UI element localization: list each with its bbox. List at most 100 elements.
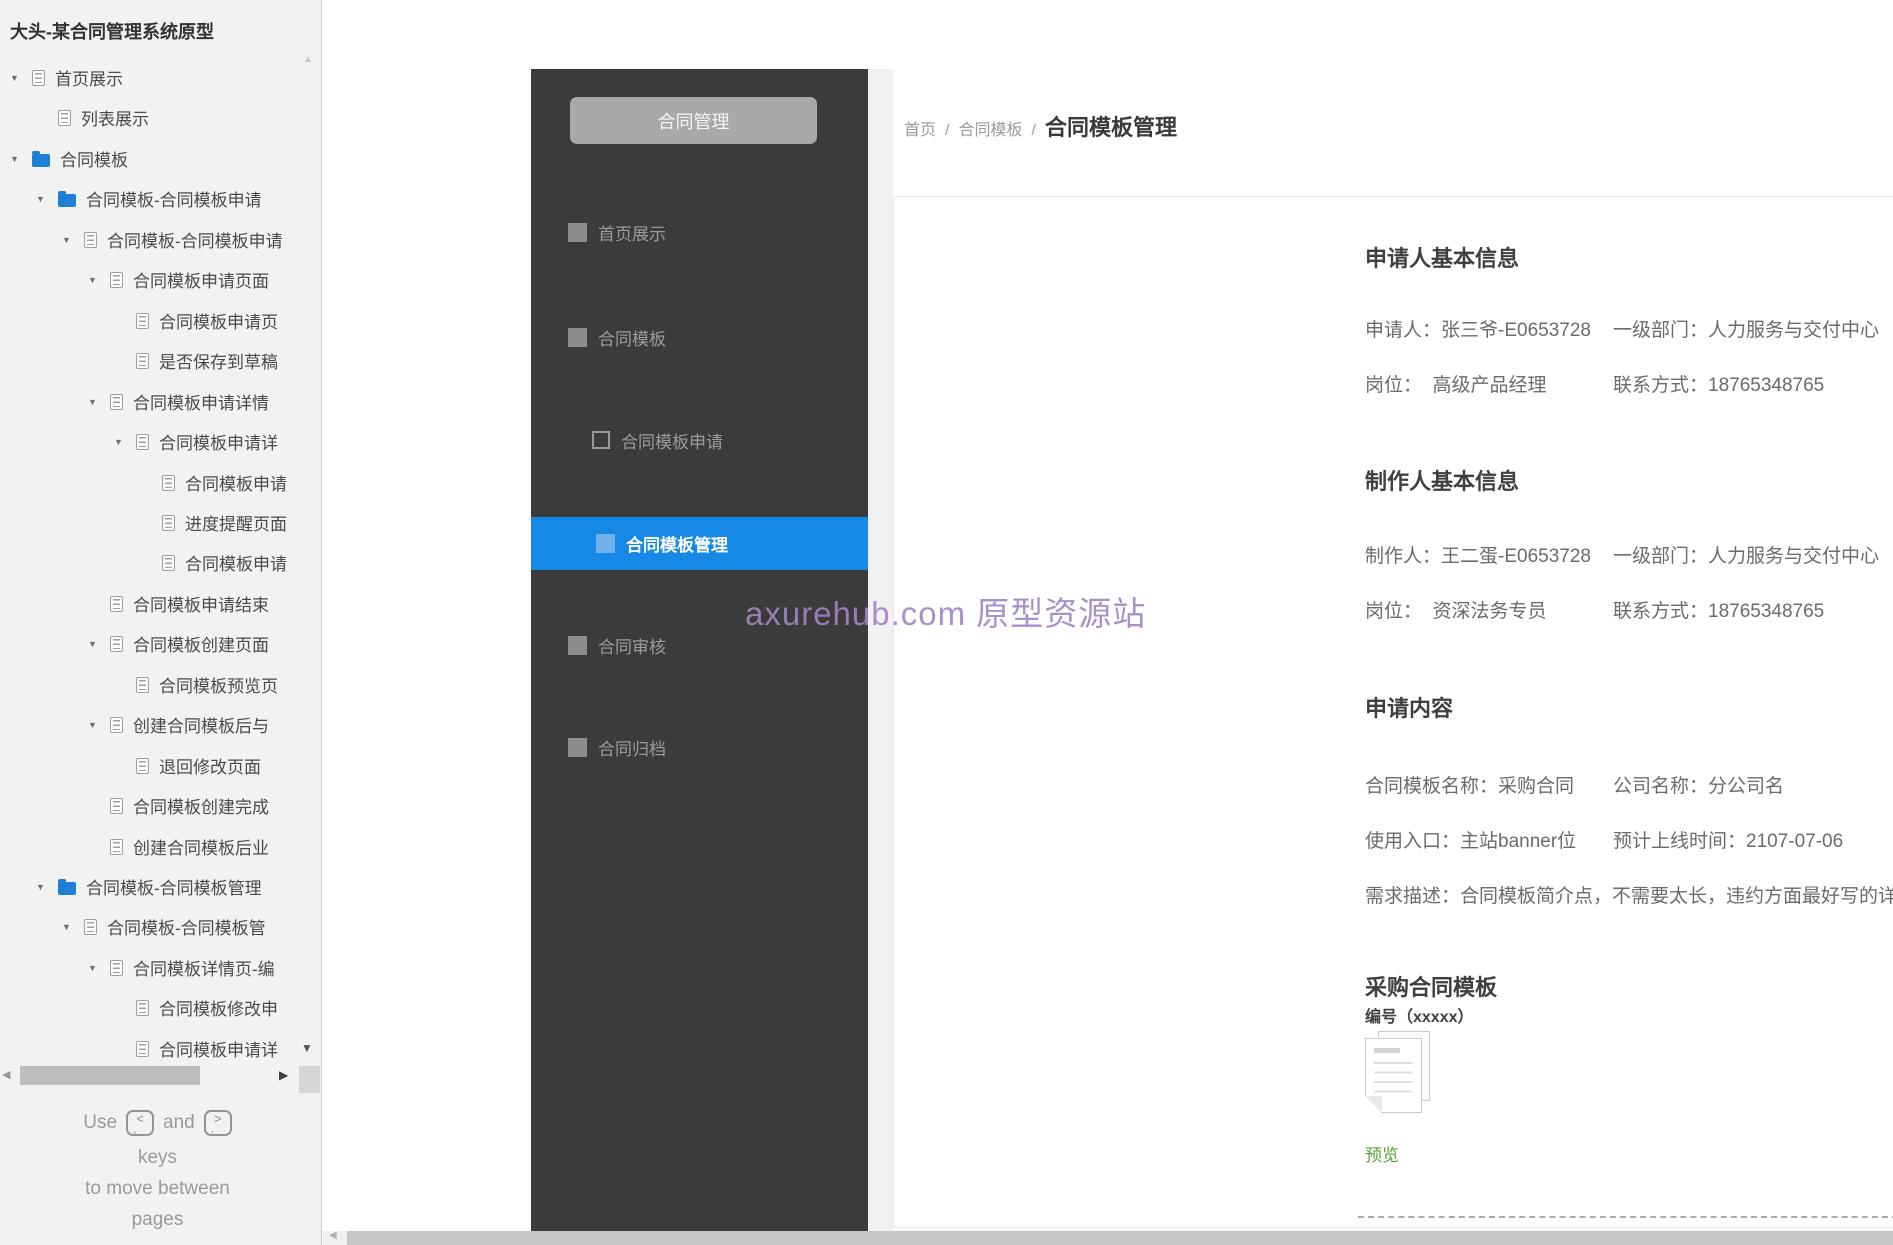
tree-item[interactable]: 是否保存到草稿 [0,340,321,381]
main-hscroll-left-icon[interactable]: ◀ [329,1230,337,1241]
page-icon [136,352,149,369]
tree-scroll-up-icon[interactable]: ▲ [303,54,313,65]
tree-item[interactable]: ▼ 合同模板申请详 [0,421,321,462]
breadcrumb-link[interactable]: 首页 [904,116,936,140]
contract-management-button[interactable]: 合同管理 [570,97,817,144]
tree-item[interactable]: 合同模板申请 [0,542,321,583]
pager-help: Use <, and >. keys to move between pages [0,1107,315,1235]
tree-hscroll-thumb[interactable] [20,1066,200,1085]
breadcrumb-link[interactable]: 合同模板 [958,116,1022,140]
square-icon [568,635,587,655]
page-icon [110,271,123,288]
sitemap-pane: 大头-某合同管理系统原型 ▼ 首页展示 列表展示 ▼ 合同模板 ▼ 合同模板-合同模板申请 ▼… [0,0,322,1245]
field-text: 公司名称：分公司名 [1613,776,1785,797]
page-icon [110,595,123,612]
prototype-viewport: 合同管理 首页展示 合同模板 合同模板申请 合同模板管理 合同审核 合同归档 axureh… [323,0,1893,1245]
tree-item-label: 合同模板修改申 [159,1000,278,1019]
tree-item[interactable]: 列表展示 [0,97,321,138]
tree-expand-icon[interactable]: ▼ [114,437,136,447]
square-light-icon [596,534,615,553]
page-icon [162,474,175,491]
tree-item[interactable]: 退回修改页面 [0,745,321,786]
tree-item[interactable]: 合同模板申请详 [0,1028,321,1069]
page-icon [84,231,97,248]
tree-item-label: 合同模板申请详 [159,1041,278,1060]
menu-item-label: 合同模板 [598,329,666,349]
menu-item-2[interactable]: 合同模板 [531,317,868,357]
tree-item-label: 列表展示 [81,110,149,129]
tree-expand-icon[interactable]: ▼ [10,154,32,164]
page-icon [110,838,123,855]
folder-icon [58,190,76,207]
tree-item-label: 退回修改页面 [159,758,261,777]
field-row: 申请人：张三爷-E0653728 一级部门：人力服务与交付中心 [1365,315,1879,342]
section-title: 申请内容 [1365,696,1454,721]
tree-hscroll-left-icon[interactable]: ◀ [2,1068,10,1081]
main-hscroll-thumb[interactable] [347,1231,1893,1245]
tree-item-label: 合同模板申请详情 [133,394,269,413]
key-right-icon: >. [203,1109,232,1136]
tree-expand-icon[interactable]: ▼ [88,720,110,730]
tree-item[interactable]: ▼ 首页展示 [0,57,321,98]
tree-expand-icon[interactable]: ▼ [88,397,110,407]
tree-item-label: 创建合同模板后与 [133,717,269,736]
tree-item[interactable]: ▼ 合同模板-合同模板申请 [0,219,321,260]
field-text: 联系方式：18765348765 [1613,375,1825,396]
square-outline-icon [592,431,610,449]
tree-item[interactable]: 合同模板申请结束 [0,583,321,624]
tree-item[interactable]: 合同模板申请 [0,462,321,503]
menu-item-4[interactable]: 合同模板管理 [531,517,868,570]
tree-item[interactable]: 创建合同模板后业 [0,826,321,867]
tree-item-label: 是否保存到草稿 [159,353,278,372]
tree-item[interactable]: 合同模板预览页 [0,664,321,705]
field-text: 合同模板名称：采购合同 [1365,776,1575,797]
page-icon [136,757,149,774]
tree-item[interactable]: ▼ 合同模板详情页-编 [0,947,321,988]
tree-item-label: 合同模板 [60,151,128,170]
tree-item-label: 合同模板申请页 [159,313,278,332]
tree-item[interactable]: 合同模板申请页 [0,300,321,341]
page-icon [136,676,149,693]
field-row: 合同模板名称：采购合同 公司名称：分公司名 [1365,771,1784,798]
page-icon [110,959,123,976]
menu-item-5[interactable]: 合同审核 [531,625,868,665]
folder-icon [32,150,50,167]
tree-scroll-down-icon[interactable]: ▼ [301,1041,313,1055]
tree-item-label: 合同模板申请 [185,555,287,574]
menu-item-3[interactable]: 合同模板申请 [531,420,868,460]
tree-item[interactable]: 进度提醒页面 [0,502,321,543]
tree-item[interactable]: ▼ 合同模板-合同模板管 [0,906,321,947]
tree-item[interactable]: ▼ 合同模板创建页面 [0,623,321,664]
tree-expand-icon[interactable]: ▼ [36,882,58,892]
tree-item[interactable]: ▼ 合同模板 [0,138,321,179]
tree-item[interactable]: 合同模板修改申 [0,987,321,1028]
tree-item[interactable]: ▼ 合同模板-合同模板管理 [0,866,321,907]
tree-item-label: 合同模板-合同模板管理 [86,879,262,898]
page-icon [32,69,45,86]
tree-expand-icon[interactable]: ▼ [88,275,110,285]
tree-item-label: 合同模板创建页面 [133,636,269,655]
tree-item[interactable]: ▼ 创建合同模板后与 [0,704,321,745]
tree-hscroll-right-icon[interactable]: ▶ [279,1068,288,1082]
section-title: 制作人基本信息 [1365,469,1520,494]
page-icon [136,1040,149,1057]
menu-item-6[interactable]: 合同归档 [531,727,868,767]
tree-item[interactable]: ▼ 合同模板-合同模板申请 [0,178,321,219]
tree-expand-icon[interactable]: ▼ [10,73,32,83]
page-icon [110,797,123,814]
tree-expand-icon[interactable]: ▼ [62,922,84,932]
tree-item[interactable]: 合同模板创建完成 [0,785,321,826]
field-text: 一级部门：人力服务与交付中心 [1613,320,1880,341]
tree-expand-icon[interactable]: ▼ [88,963,110,973]
preview-link[interactable]: 预览 [1365,1141,1399,1166]
tree-expand-icon[interactable]: ▼ [36,194,58,204]
menu-item-1[interactable]: 首页展示 [531,212,868,252]
tree-item[interactable]: ▼ 合同模板申请页面 [0,259,321,300]
tree-item-label: 创建合同模板后业 [133,839,269,858]
tree-expand-icon[interactable]: ▼ [62,235,84,245]
pager-help-and: and [163,1112,195,1133]
field-text: 岗位： 资深法务专员 [1365,601,1547,622]
pager-help-line2: keys [137,1147,178,1168]
tree-item[interactable]: ▼ 合同模板申请详情 [0,381,321,422]
tree-expand-icon[interactable]: ▼ [88,639,110,649]
